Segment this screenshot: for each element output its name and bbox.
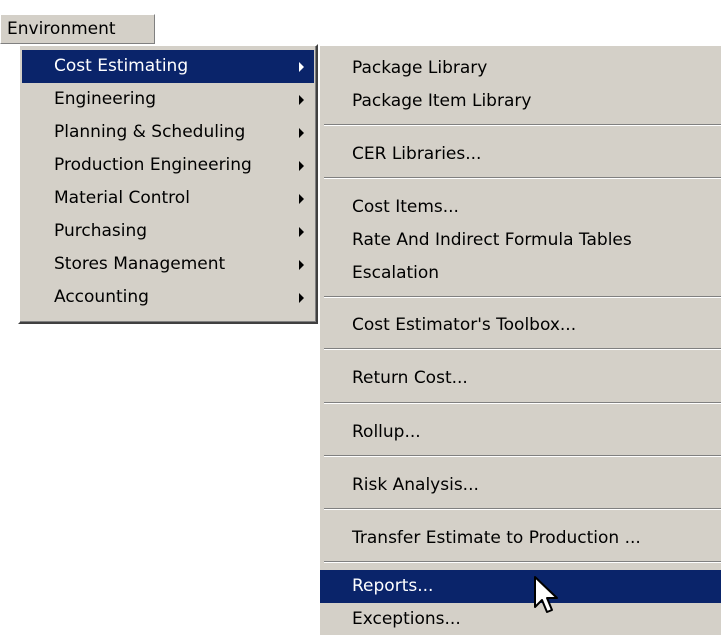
menu-item-label: Material Control	[54, 188, 190, 208]
menu-item-label: Planning & Scheduling	[54, 122, 246, 142]
menu-environment-label: Environment	[7, 19, 116, 39]
menu-item-label: Cost Items...	[352, 197, 459, 217]
menu-separator	[324, 402, 721, 404]
menu-item-label: Escalation	[352, 263, 440, 283]
submenu-item-exceptions[interactable]: Exceptions...	[320, 603, 721, 636]
submenu-item-return-cost[interactable]: Return Cost...	[320, 362, 721, 395]
submenu-item-rollup[interactable]: Rollup...	[320, 416, 721, 449]
menu-item-production-engineering[interactable]: Production Engineering	[22, 149, 314, 182]
submenu-item-reports[interactable]: Reports...	[320, 570, 721, 603]
menu-item-planning-scheduling[interactable]: Planning & Scheduling	[22, 116, 314, 149]
menu-item-label: Purchasing	[54, 221, 148, 241]
submenu-item-rate-indirect-formula-tables[interactable]: Rate And Indirect Formula Tables	[320, 224, 721, 257]
submenu-item-cost-items[interactable]: Cost Items...	[320, 191, 721, 224]
menu-separator	[324, 561, 721, 563]
menu-item-label: Rollup...	[352, 422, 421, 442]
submenu-arrow-icon	[299, 194, 304, 204]
menu-item-label: Package Library	[352, 58, 488, 78]
submenu-arrow-icon	[299, 227, 304, 237]
submenu-arrow-icon	[299, 293, 304, 303]
menu-separator	[324, 124, 721, 126]
menu-item-label: Risk Analysis...	[352, 475, 479, 495]
menu-item-accounting[interactable]: Accounting	[22, 281, 314, 314]
menu-item-stores-management[interactable]: Stores Management	[22, 248, 314, 281]
submenu-item-cer-libraries[interactable]: CER Libraries...	[320, 138, 721, 171]
menu-item-label: Production Engineering	[54, 155, 252, 175]
submenu-arrow-icon	[299, 260, 304, 270]
menu-item-cost-estimating[interactable]: Cost Estimating	[22, 50, 314, 83]
menu-item-label: Cost Estimating	[54, 56, 189, 76]
submenu-arrow-icon	[299, 62, 304, 72]
submenu-item-package-library[interactable]: Package Library	[320, 52, 721, 85]
menu-environment[interactable]: Environment	[0, 14, 155, 44]
menu-item-label: Transfer Estimate to Production ...	[352, 528, 641, 548]
menu-item-engineering[interactable]: Engineering	[22, 83, 314, 116]
cost-estimating-submenu: Package Library Package Item Library CER…	[318, 44, 721, 635]
menu-item-label: Engineering	[54, 89, 156, 109]
menu-separator	[324, 348, 721, 350]
menu-separator	[324, 508, 721, 510]
menu-item-label: Cost Estimator's Toolbox...	[352, 315, 577, 335]
submenu-arrow-icon	[299, 128, 304, 138]
menu-item-label: Return Cost...	[352, 368, 468, 388]
submenu-item-package-item-library[interactable]: Package Item Library	[320, 85, 721, 118]
environment-dropdown-menu: Cost Estimating Engineering Planning & S…	[18, 44, 318, 324]
menu-item-label: CER Libraries...	[352, 144, 482, 164]
menu-separator	[324, 296, 721, 298]
submenu-arrow-icon	[299, 161, 304, 171]
menu-item-label: Package Item Library	[352, 91, 532, 111]
menu-separator	[324, 455, 721, 457]
menu-item-label: Accounting	[54, 287, 149, 307]
submenu-item-transfer-estimate[interactable]: Transfer Estimate to Production ...	[320, 522, 721, 555]
submenu-item-escalation[interactable]: Escalation	[320, 257, 721, 290]
menu-item-label: Stores Management	[54, 254, 226, 274]
submenu-arrow-icon	[299, 95, 304, 105]
menu-item-label: Exceptions...	[352, 609, 461, 629]
menu-item-label: Rate And Indirect Formula Tables	[352, 230, 632, 250]
submenu-item-cost-estimators-toolbox[interactable]: Cost Estimator's Toolbox...	[320, 309, 721, 342]
menu-item-purchasing[interactable]: Purchasing	[22, 215, 314, 248]
mouse-pointer-icon	[534, 576, 558, 613]
menu-separator	[324, 177, 721, 179]
menu-item-material-control[interactable]: Material Control	[22, 182, 314, 215]
menu-item-label: Reports...	[352, 576, 434, 596]
submenu-item-risk-analysis[interactable]: Risk Analysis...	[320, 469, 721, 502]
